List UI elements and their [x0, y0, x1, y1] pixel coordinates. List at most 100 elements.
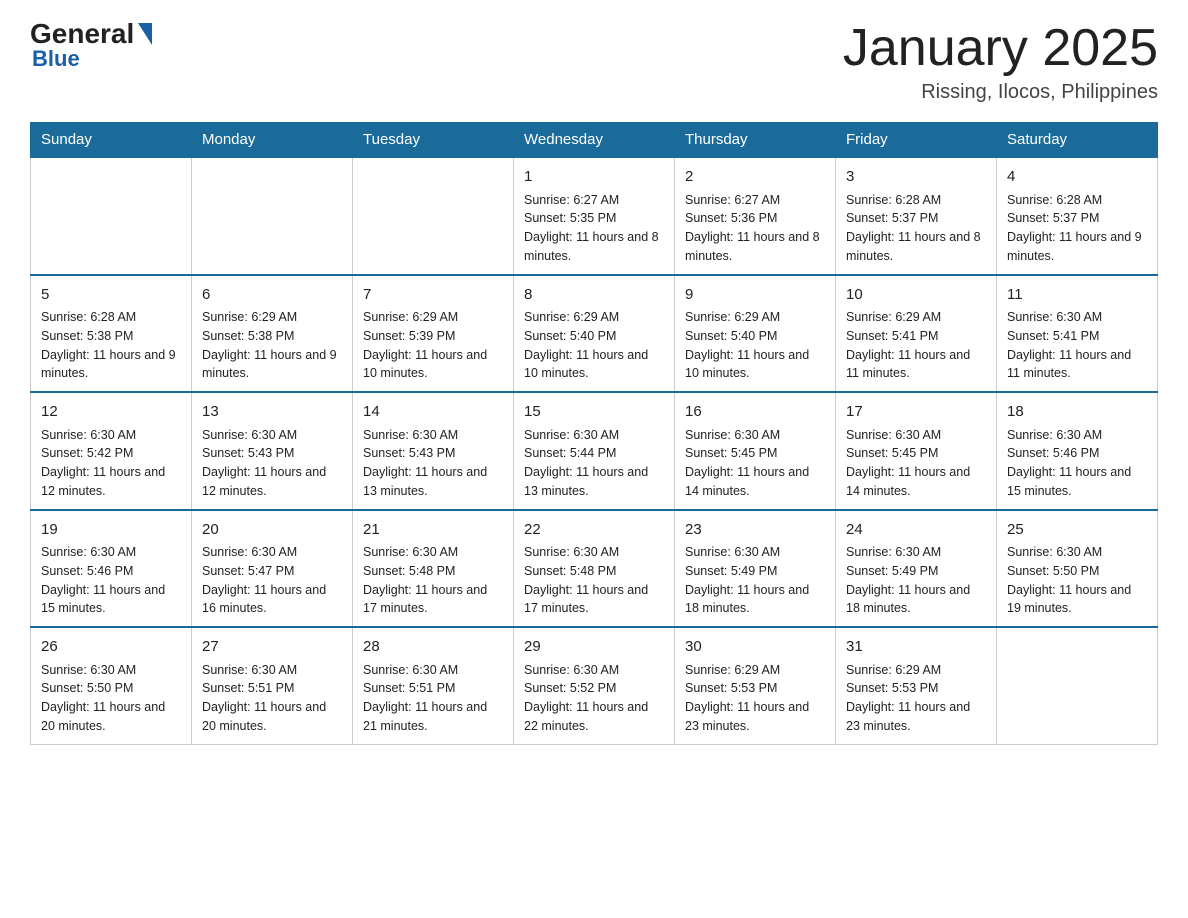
calendar-cell: 11Sunrise: 6:30 AM Sunset: 5:41 PM Dayli…	[997, 275, 1158, 393]
day-number: 21	[363, 519, 503, 542]
day-number: 25	[1007, 519, 1147, 542]
calendar-cell: 5Sunrise: 6:28 AM Sunset: 5:38 PM Daylig…	[31, 275, 192, 393]
calendar-cell: 27Sunrise: 6:30 AM Sunset: 5:51 PM Dayli…	[192, 627, 353, 744]
day-info: Sunrise: 6:30 AM Sunset: 5:50 PM Dayligh…	[1007, 543, 1147, 618]
logo-top: General	[30, 20, 152, 48]
calendar-cell: 4Sunrise: 6:28 AM Sunset: 5:37 PM Daylig…	[997, 157, 1158, 275]
logo-blue-text: Blue	[32, 46, 80, 72]
month-title: January 2025	[843, 20, 1158, 77]
calendar-cell: 6Sunrise: 6:29 AM Sunset: 5:38 PM Daylig…	[192, 275, 353, 393]
calendar-cell: 26Sunrise: 6:30 AM Sunset: 5:50 PM Dayli…	[31, 627, 192, 744]
calendar-cell: 21Sunrise: 6:30 AM Sunset: 5:48 PM Dayli…	[353, 510, 514, 628]
calendar-cell: 7Sunrise: 6:29 AM Sunset: 5:39 PM Daylig…	[353, 275, 514, 393]
day-info: Sunrise: 6:30 AM Sunset: 5:45 PM Dayligh…	[685, 426, 825, 501]
calendar-cell: 16Sunrise: 6:30 AM Sunset: 5:45 PM Dayli…	[675, 392, 836, 510]
day-number: 4	[1007, 166, 1147, 189]
day-info: Sunrise: 6:30 AM Sunset: 5:43 PM Dayligh…	[363, 426, 503, 501]
day-number: 16	[685, 401, 825, 424]
location-title: Rissing, Ilocos, Philippines	[843, 81, 1158, 104]
day-number: 13	[202, 401, 342, 424]
day-number: 1	[524, 166, 664, 189]
day-number: 2	[685, 166, 825, 189]
weekday-header-thursday: Thursday	[675, 123, 836, 158]
calendar-cell: 15Sunrise: 6:30 AM Sunset: 5:44 PM Dayli…	[514, 392, 675, 510]
calendar-cell: 19Sunrise: 6:30 AM Sunset: 5:46 PM Dayli…	[31, 510, 192, 628]
calendar-cell: 14Sunrise: 6:30 AM Sunset: 5:43 PM Dayli…	[353, 392, 514, 510]
weekday-header-wednesday: Wednesday	[514, 123, 675, 158]
day-number: 3	[846, 166, 986, 189]
calendar-cell: 29Sunrise: 6:30 AM Sunset: 5:52 PM Dayli…	[514, 627, 675, 744]
day-number: 22	[524, 519, 664, 542]
day-number: 27	[202, 636, 342, 659]
day-number: 29	[524, 636, 664, 659]
day-info: Sunrise: 6:30 AM Sunset: 5:43 PM Dayligh…	[202, 426, 342, 501]
calendar-cell: 28Sunrise: 6:30 AM Sunset: 5:51 PM Dayli…	[353, 627, 514, 744]
day-info: Sunrise: 6:27 AM Sunset: 5:36 PM Dayligh…	[685, 191, 825, 266]
day-info: Sunrise: 6:29 AM Sunset: 5:38 PM Dayligh…	[202, 308, 342, 383]
calendar-cell: 25Sunrise: 6:30 AM Sunset: 5:50 PM Dayli…	[997, 510, 1158, 628]
day-info: Sunrise: 6:28 AM Sunset: 5:38 PM Dayligh…	[41, 308, 181, 383]
calendar-cell: 20Sunrise: 6:30 AM Sunset: 5:47 PM Dayli…	[192, 510, 353, 628]
day-number: 20	[202, 519, 342, 542]
weekday-header-sunday: Sunday	[31, 123, 192, 158]
weekday-header-monday: Monday	[192, 123, 353, 158]
day-number: 19	[41, 519, 181, 542]
day-number: 7	[363, 284, 503, 307]
day-info: Sunrise: 6:30 AM Sunset: 5:48 PM Dayligh…	[524, 543, 664, 618]
calendar-cell	[353, 157, 514, 275]
day-info: Sunrise: 6:30 AM Sunset: 5:44 PM Dayligh…	[524, 426, 664, 501]
day-info: Sunrise: 6:28 AM Sunset: 5:37 PM Dayligh…	[846, 191, 986, 266]
calendar-cell: 3Sunrise: 6:28 AM Sunset: 5:37 PM Daylig…	[836, 157, 997, 275]
day-number: 23	[685, 519, 825, 542]
weekday-header-saturday: Saturday	[997, 123, 1158, 158]
day-info: Sunrise: 6:30 AM Sunset: 5:45 PM Dayligh…	[846, 426, 986, 501]
week-row-5: 26Sunrise: 6:30 AM Sunset: 5:50 PM Dayli…	[31, 627, 1158, 744]
day-number: 15	[524, 401, 664, 424]
day-number: 6	[202, 284, 342, 307]
weekday-header-friday: Friday	[836, 123, 997, 158]
calendar-cell: 24Sunrise: 6:30 AM Sunset: 5:49 PM Dayli…	[836, 510, 997, 628]
calendar-cell: 2Sunrise: 6:27 AM Sunset: 5:36 PM Daylig…	[675, 157, 836, 275]
calendar-cell: 8Sunrise: 6:29 AM Sunset: 5:40 PM Daylig…	[514, 275, 675, 393]
day-info: Sunrise: 6:30 AM Sunset: 5:51 PM Dayligh…	[363, 661, 503, 736]
day-number: 14	[363, 401, 503, 424]
day-info: Sunrise: 6:28 AM Sunset: 5:37 PM Dayligh…	[1007, 191, 1147, 266]
day-info: Sunrise: 6:29 AM Sunset: 5:53 PM Dayligh…	[685, 661, 825, 736]
calendar-table: SundayMondayTuesdayWednesdayThursdayFrid…	[30, 122, 1158, 745]
day-number: 8	[524, 284, 664, 307]
calendar-cell: 17Sunrise: 6:30 AM Sunset: 5:45 PM Dayli…	[836, 392, 997, 510]
day-number: 12	[41, 401, 181, 424]
logo-general-text: General	[30, 20, 134, 48]
weekday-header-tuesday: Tuesday	[353, 123, 514, 158]
day-number: 10	[846, 284, 986, 307]
calendar-cell: 18Sunrise: 6:30 AM Sunset: 5:46 PM Dayli…	[997, 392, 1158, 510]
calendar-cell: 12Sunrise: 6:30 AM Sunset: 5:42 PM Dayli…	[31, 392, 192, 510]
day-number: 5	[41, 284, 181, 307]
title-section: January 2025 Rissing, Ilocos, Philippine…	[843, 20, 1158, 104]
day-info: Sunrise: 6:29 AM Sunset: 5:39 PM Dayligh…	[363, 308, 503, 383]
day-info: Sunrise: 6:30 AM Sunset: 5:49 PM Dayligh…	[685, 543, 825, 618]
day-number: 31	[846, 636, 986, 659]
day-info: Sunrise: 6:29 AM Sunset: 5:53 PM Dayligh…	[846, 661, 986, 736]
calendar-cell: 10Sunrise: 6:29 AM Sunset: 5:41 PM Dayli…	[836, 275, 997, 393]
weekday-header-row: SundayMondayTuesdayWednesdayThursdayFrid…	[31, 123, 1158, 158]
calendar-cell: 13Sunrise: 6:30 AM Sunset: 5:43 PM Dayli…	[192, 392, 353, 510]
day-info: Sunrise: 6:29 AM Sunset: 5:40 PM Dayligh…	[685, 308, 825, 383]
day-info: Sunrise: 6:30 AM Sunset: 5:42 PM Dayligh…	[41, 426, 181, 501]
calendar-cell: 9Sunrise: 6:29 AM Sunset: 5:40 PM Daylig…	[675, 275, 836, 393]
page-header: General Blue January 2025 Rissing, Iloco…	[30, 20, 1158, 104]
calendar-cell: 22Sunrise: 6:30 AM Sunset: 5:48 PM Dayli…	[514, 510, 675, 628]
week-row-2: 5Sunrise: 6:28 AM Sunset: 5:38 PM Daylig…	[31, 275, 1158, 393]
day-info: Sunrise: 6:27 AM Sunset: 5:35 PM Dayligh…	[524, 191, 664, 266]
day-info: Sunrise: 6:29 AM Sunset: 5:41 PM Dayligh…	[846, 308, 986, 383]
day-number: 24	[846, 519, 986, 542]
day-number: 26	[41, 636, 181, 659]
day-info: Sunrise: 6:30 AM Sunset: 5:48 PM Dayligh…	[363, 543, 503, 618]
day-info: Sunrise: 6:30 AM Sunset: 5:46 PM Dayligh…	[41, 543, 181, 618]
calendar-cell	[192, 157, 353, 275]
week-row-1: 1Sunrise: 6:27 AM Sunset: 5:35 PM Daylig…	[31, 157, 1158, 275]
calendar-cell: 23Sunrise: 6:30 AM Sunset: 5:49 PM Dayli…	[675, 510, 836, 628]
day-number: 30	[685, 636, 825, 659]
day-info: Sunrise: 6:30 AM Sunset: 5:41 PM Dayligh…	[1007, 308, 1147, 383]
day-info: Sunrise: 6:30 AM Sunset: 5:50 PM Dayligh…	[41, 661, 181, 736]
